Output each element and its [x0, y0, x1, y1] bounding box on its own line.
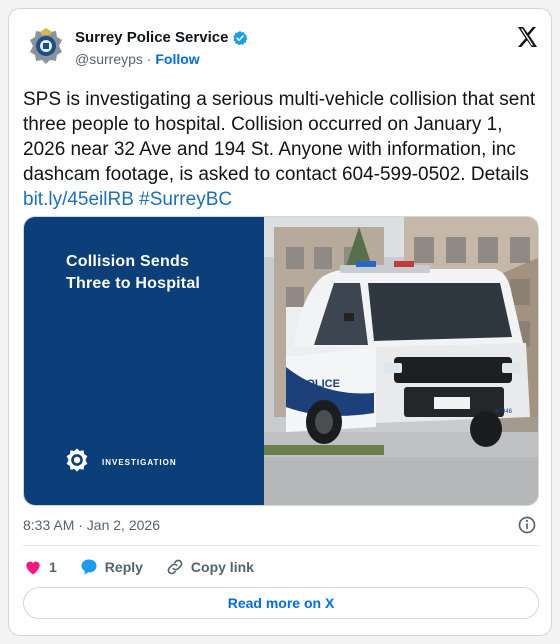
- author-name-row: Surrey Police Service: [75, 29, 248, 46]
- author-handle[interactable]: @surreyps: [75, 51, 143, 67]
- like-button[interactable]: 1: [23, 557, 57, 577]
- copy-link-button[interactable]: Copy link: [165, 557, 254, 577]
- author-display-name[interactable]: Surrey Police Service: [75, 29, 228, 46]
- police-badge-icon[interactable]: [29, 27, 63, 65]
- police-badge-icon: [66, 448, 88, 472]
- post-timestamp[interactable]: 8:33 AM · Jan 2, 2026: [23, 517, 160, 533]
- car-unit-text: SP946: [494, 409, 513, 415]
- link-icon: [167, 559, 183, 575]
- media-info-panel: Collision Sends Three to Hospital INVEST…: [24, 217, 264, 505]
- post-actions: 1 Reply Copy link: [23, 555, 276, 579]
- reply-bubble-icon: [81, 559, 97, 575]
- media-tag: INVESTIGATION: [102, 458, 177, 467]
- media-title-line-2: Three to Hospital: [66, 275, 201, 292]
- reply-button[interactable]: Reply: [79, 557, 143, 577]
- info-icon[interactable]: [517, 515, 537, 535]
- post-hashtag[interactable]: #SurreyBC: [139, 189, 232, 210]
- post-header: Surrey Police Service @surreyps · Follow: [9, 9, 553, 81]
- x-logo-icon[interactable]: [515, 25, 539, 49]
- likes-count: 1: [49, 559, 57, 575]
- follow-button[interactable]: Follow: [155, 51, 199, 67]
- heart-icon: [26, 561, 40, 575]
- media-title: Collision Sends Three to Hospital: [66, 251, 200, 295]
- post-link[interactable]: bit.ly/45eilRB: [23, 189, 134, 210]
- divider: [23, 545, 539, 546]
- media-title-line-1: Collision Sends: [66, 253, 190, 270]
- verified-icon: [233, 30, 248, 45]
- post-text: SPS is investigating a serious multi-veh…: [23, 87, 539, 212]
- copy-link-label: Copy link: [190, 559, 254, 575]
- read-more-button[interactable]: Read more on X: [23, 587, 539, 619]
- author-handle-row: @surreyps · Follow: [75, 51, 200, 67]
- handle-separator: ·: [142, 51, 156, 67]
- post-media-image[interactable]: Collision Sends Three to Hospital INVEST…: [23, 216, 539, 506]
- reply-label: Reply: [104, 559, 143, 575]
- car-door-text: POLICE: [299, 378, 340, 390]
- police-car-photo: POLICE SP946: [264, 217, 538, 505]
- post-body: SPS is investigating a serious multi-veh…: [23, 89, 536, 185]
- embedded-post-card: Surrey Police Service @surreyps · Follow…: [8, 8, 552, 636]
